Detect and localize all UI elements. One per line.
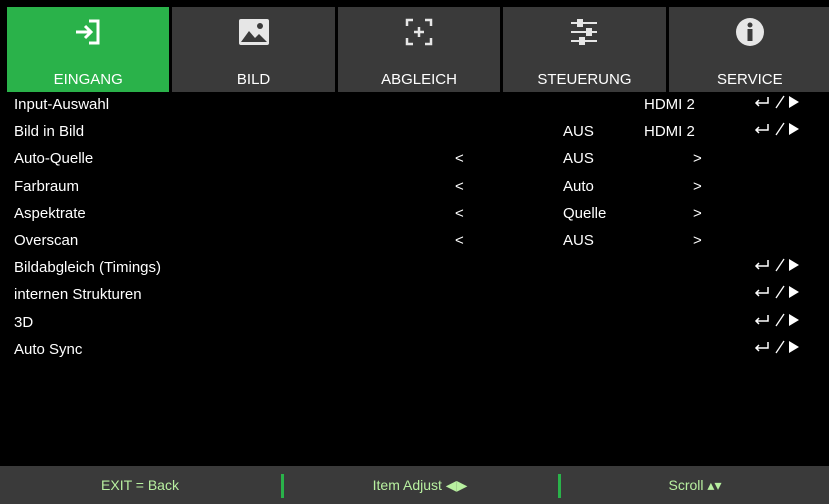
adjust-hint: Item Adjust ◀▶	[372, 477, 468, 493]
enter-submenu-icon[interactable]	[752, 313, 800, 327]
decrease-arrow[interactable]: <	[455, 232, 464, 249]
menu-item-label: internen Strukturen	[14, 286, 142, 304]
menu-item-label: Aspektrate	[14, 204, 86, 222]
tab-label: STEUERUNG	[537, 71, 632, 88]
tab-service[interactable]: SERVICE	[668, 7, 829, 92]
menu-item-label: Farbraum	[14, 177, 80, 195]
menu-row[interactable]: Bild in Bild AUS HDMI 2	[0, 119, 829, 146]
footer-bar: EXIT = Back Item Adjust ◀▶ Scroll ▴▾	[0, 466, 829, 504]
menu-row[interactable]: Auto Sync	[0, 337, 829, 364]
menu-row[interactable]: Aspektrate < Quelle >	[0, 201, 829, 228]
menu-item-label: 3D	[14, 313, 34, 331]
decrease-arrow[interactable]: <	[455, 150, 464, 167]
menu-row[interactable]: Farbraum < Auto >	[0, 174, 829, 201]
enter-submenu-icon[interactable]	[752, 340, 800, 354]
menu-item-label: Auto-Quelle	[14, 150, 94, 168]
info-icon	[669, 15, 829, 49]
menu-item-value: AUS	[563, 231, 594, 249]
decrease-arrow[interactable]: <	[455, 178, 464, 195]
increase-arrow[interactable]: >	[693, 150, 702, 167]
image-icon	[172, 15, 334, 49]
menu-item-label: Overscan	[14, 231, 79, 249]
menu-item-value: Quelle	[563, 204, 607, 222]
menu-item-value: AUS	[563, 123, 594, 141]
menu-item-label: Bildabgleich (Timings)	[14, 259, 161, 277]
tab-bild[interactable]: BILD	[172, 7, 335, 92]
menu-row[interactable]: Overscan < AUS >	[0, 228, 829, 255]
tab-bar: EINGANG BILD ABGLEICH STEUERUNG SERVICE	[7, 7, 829, 92]
enter-submenu-icon[interactable]	[752, 122, 800, 136]
menu-item-source: HDMI 2	[644, 96, 695, 113]
increase-arrow[interactable]: >	[693, 232, 702, 249]
menu-row[interactable]: internen Strukturen	[0, 282, 829, 309]
decrease-arrow[interactable]: <	[455, 205, 464, 222]
tab-label: BILD	[236, 71, 271, 88]
menu-row[interactable]: Input-Auswahl HDMI 2	[0, 92, 829, 119]
menu-item-label: Input-Auswahl	[14, 96, 110, 113]
menu-item-label: Bild in Bild	[14, 123, 85, 141]
exit-hint: EXIT = Back	[101, 477, 179, 493]
tab-steuerung[interactable]: STEUERUNG	[503, 7, 666, 92]
enter-submenu-icon[interactable]	[752, 285, 800, 299]
osd-menu: EINGANG BILD ABGLEICH STEUERUNG SERVICE …	[0, 0, 829, 504]
enter-submenu-icon[interactable]	[752, 258, 800, 272]
menu-list: Input-Auswahl HDMI 2 Bild in Bild AUS HDMI 2…	[0, 92, 829, 364]
menu-row[interactable]: 3D	[0, 310, 829, 337]
menu-item-value: AUS	[563, 150, 594, 168]
tab-eingang[interactable]: EINGANG	[7, 7, 170, 92]
menu-item-label: Auto Sync	[14, 340, 83, 358]
tab-label: EINGANG	[53, 71, 123, 88]
input-icon	[7, 15, 169, 49]
tab-label: SERVICE	[717, 71, 783, 88]
menu-row[interactable]: Auto-Quelle < AUS >	[0, 146, 829, 173]
alignment-icon	[338, 15, 500, 49]
enter-submenu-icon[interactable]	[752, 95, 800, 109]
increase-arrow[interactable]: >	[693, 205, 702, 222]
menu-item-source: HDMI 2	[644, 123, 695, 141]
scroll-hint: Scroll ▴▾	[668, 477, 722, 493]
tab-abgleich[interactable]: ABGLEICH	[337, 7, 501, 92]
increase-arrow[interactable]: >	[693, 178, 702, 195]
menu-row[interactable]: Bildabgleich (Timings)	[0, 255, 829, 282]
menu-item-value: Auto	[563, 177, 594, 195]
sliders-icon	[503, 15, 665, 49]
tab-label: ABGLEICH	[381, 71, 457, 88]
